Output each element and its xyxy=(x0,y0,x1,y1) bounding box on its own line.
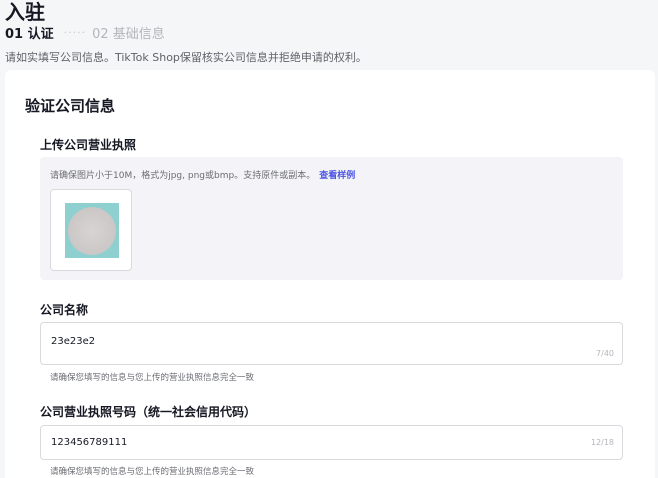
view-sample-link[interactable]: 查看样例 xyxy=(319,171,355,181)
license-number-help: 请确保您填写的信息与您上传的营业执照信息完全一致 xyxy=(50,467,255,477)
page-description: 请如实填写公司信息。TikTok Shop保留核实公司信息并拒绝申请的权利。 xyxy=(5,51,367,64)
company-name-value: 23e23e2 xyxy=(51,336,96,347)
company-name-help: 请确保您填写的信息与您上传的营业执照信息完全一致 xyxy=(50,373,255,383)
step-1-label: 01 认证 xyxy=(5,27,54,42)
uploaded-license-thumbnail[interactable] xyxy=(50,189,132,271)
step-divider: ····· xyxy=(63,26,87,39)
license-number-counter: 12/18 xyxy=(590,438,614,447)
step-indicator: 01 认证 ····· 02 基础信息 xyxy=(5,23,165,42)
company-info-card: 验证公司信息 上传公司营业执照 请确保图片小于10M，格式为jpg, png或b… xyxy=(5,70,655,478)
upload-hint-text: 请确保图片小于10M，格式为jpg, png或bmp。支持原件或副本。 xyxy=(50,171,316,181)
license-number-label: 公司营业执照号码（统一社会信用代码） xyxy=(40,405,257,419)
step-2-label: 02 基础信息 xyxy=(92,27,165,42)
company-name-input[interactable]: 23e23e2 7/40 xyxy=(40,322,623,365)
company-name-counter: 7/40 xyxy=(596,349,614,358)
page-title: 入驻 xyxy=(5,0,45,24)
section-title: 验证公司信息 xyxy=(25,97,116,115)
license-upload-label: 上传公司营业执照 xyxy=(40,138,137,152)
license-number-value: 123456789111 xyxy=(51,437,128,448)
license-image xyxy=(65,203,119,258)
license-upload-area: 请确保图片小于10M，格式为jpg, png或bmp。支持原件或副本。 查看样例 xyxy=(40,157,623,280)
license-number-input[interactable]: 123456789111 12/18 xyxy=(40,425,623,460)
company-name-label: 公司名称 xyxy=(40,303,89,317)
license-image-content xyxy=(68,206,116,255)
upload-hint: 请确保图片小于10M，格式为jpg, png或bmp。支持原件或副本。 查看样例 xyxy=(50,168,355,181)
